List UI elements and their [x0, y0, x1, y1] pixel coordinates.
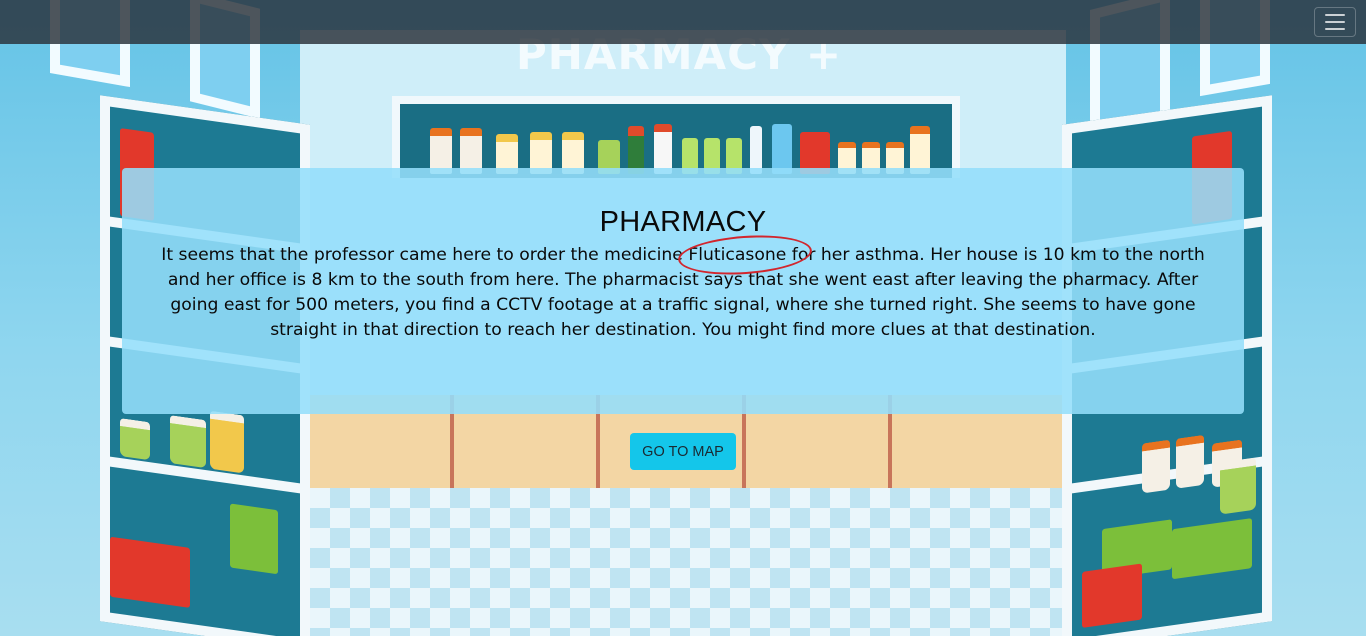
bottle	[628, 126, 644, 174]
hamburger-menu-icon[interactable]	[1314, 7, 1356, 37]
page-title: PHARMACY	[599, 206, 767, 238]
medicine-box	[230, 503, 278, 575]
medicine-jar	[1176, 434, 1204, 489]
bottle	[750, 126, 762, 174]
medicine-jar	[1142, 439, 1170, 494]
story-text-start: It seems that the professor came here to…	[161, 245, 689, 265]
bottle	[910, 126, 930, 174]
back-shelf	[392, 96, 960, 178]
story-text: It seems that the professor came here to…	[153, 231, 1213, 343]
medicine-box	[1172, 518, 1252, 580]
bottle	[654, 124, 672, 174]
menu-bar	[1325, 14, 1345, 16]
medicine-name-text: Fluticasone	[688, 245, 787, 265]
menu-bar	[1325, 21, 1345, 23]
top-navbar	[0, 0, 1366, 44]
story-card: PHARMACY It seems that the professor cam…	[122, 168, 1244, 414]
medicine-box	[1082, 563, 1142, 628]
medicine-box	[110, 536, 190, 608]
medicine-jar	[120, 418, 150, 461]
menu-bar	[1325, 28, 1345, 30]
go-to-map-button[interactable]: GO TO MAP	[630, 433, 736, 470]
medicine-jar	[210, 410, 244, 474]
medicine-jar	[1220, 457, 1256, 515]
bottle	[772, 124, 792, 174]
medicine-jar	[170, 415, 206, 469]
checkered-floor	[230, 488, 1136, 636]
medicine-name: Fluticasone	[677, 231, 814, 279]
